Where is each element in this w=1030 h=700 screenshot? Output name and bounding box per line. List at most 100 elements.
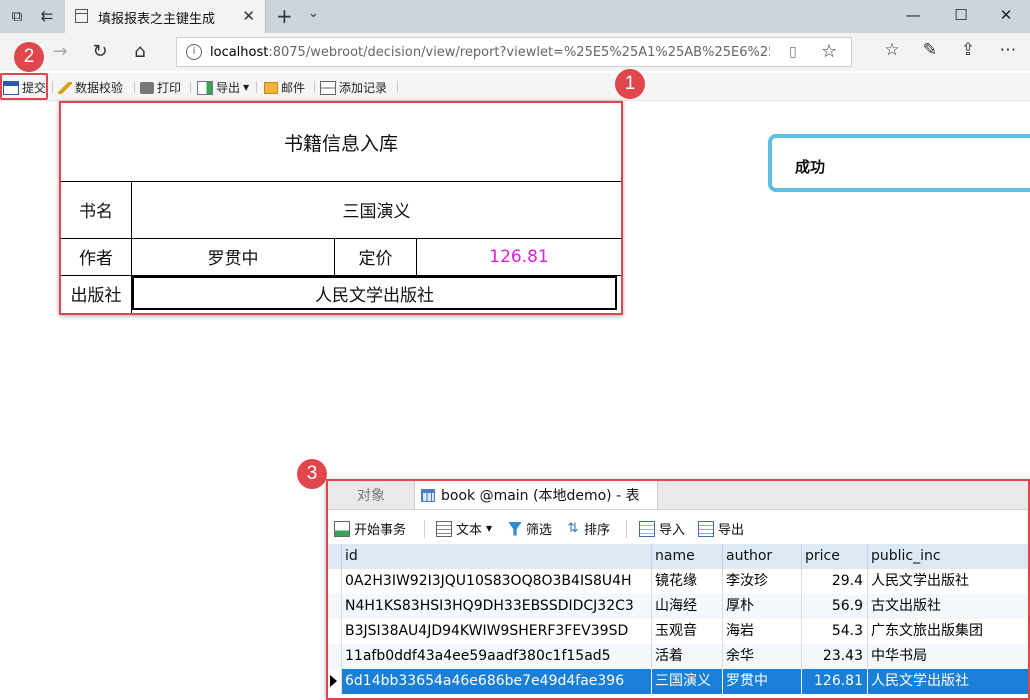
cell-name[interactable]: 山海经 — [652, 594, 723, 619]
row-marker[interactable] — [328, 644, 342, 669]
add-record-button[interactable]: 添加记录 — [320, 79, 387, 96]
export-dropdown-icon[interactable]: ▼ — [243, 83, 249, 92]
db-export-label: 导出 — [718, 523, 745, 538]
database-table-panel: 对象 book @main (本地demo) - 表 开始事务 文本 ▼ 筛选 … — [326, 479, 1030, 700]
favorites-icon[interactable]: ☆ — [880, 40, 904, 60]
favorite-star-icon[interactable]: ☆ — [821, 41, 837, 62]
forward-icon[interactable]: → — [49, 41, 71, 62]
export-icon — [197, 80, 213, 95]
print-label: 打印 — [157, 81, 182, 95]
publisher-label: 出版社 — [70, 285, 122, 306]
table-row[interactable]: B3JSI38AU4JD94KWIW9SHERF3FEV39SD 玉观音 海岩 54.… — [328, 619, 1028, 644]
row-marker[interactable] — [328, 619, 342, 644]
mail-label: 邮件 — [281, 81, 306, 95]
row-marker[interactable] — [328, 594, 342, 619]
column-header-public-inc[interactable]: public_inc — [868, 544, 1028, 569]
set-tabs-aside-icon[interactable]: ⇇ — [38, 7, 56, 25]
cell-author[interactable]: 厚朴 — [723, 594, 802, 619]
cell-author[interactable]: 李汝珍 — [723, 569, 802, 594]
callout-badge-1: 1 — [615, 69, 645, 99]
begin-transaction-button[interactable]: 开始事务 — [334, 519, 406, 538]
tab-current[interactable]: 填报报表之主键生成 ✕ — [65, 0, 266, 33]
submit-highlight-frame — [0, 73, 48, 100]
url-input[interactable]: i localhost:8075/webroot/decision/view/r… — [176, 37, 852, 67]
import-icon — [639, 520, 655, 537]
cell-author[interactable]: 罗贯中 — [723, 669, 802, 694]
home-icon[interactable]: ⌂ — [129, 41, 151, 62]
import-button[interactable]: 导入 — [639, 519, 685, 538]
price-field[interactable]: 126.81 — [417, 238, 621, 275]
callout-badge-3: 3 — [297, 459, 327, 489]
cell-public-inc[interactable]: 人民文学出版社 — [868, 669, 1028, 694]
tab-book-table[interactable]: book @main (本地demo) - 表 — [414, 481, 658, 509]
toast-message: 成功 — [795, 158, 826, 176]
cell-author[interactable]: 海岩 — [723, 619, 802, 644]
add-record-icon — [320, 80, 336, 95]
column-header-name[interactable]: name — [652, 544, 723, 569]
cell-name[interactable]: 活着 — [652, 644, 723, 669]
text-button[interactable]: 文本 ▼ — [436, 519, 492, 538]
minimize-icon[interactable]: — — [898, 6, 928, 24]
data-validate-button[interactable]: 数据校验 — [58, 79, 123, 96]
tab-actions-icon[interactable]: ⧉ — [8, 7, 26, 25]
db-toolbar: 开始事务 文本 ▼ 筛选 ⇅ 排序 导入 导出 — [328, 515, 1028, 541]
cell-public-inc[interactable]: 人民文学出版社 — [868, 569, 1028, 594]
table-row[interactable]: N4H1KS83HSI3HQ9DH33EBSSDIDCJ32C3 山海经 厚朴 56.… — [328, 594, 1028, 619]
cell-id[interactable]: 11afb0ddf43a4ee59aadf380c1f15ad5 — [342, 644, 652, 669]
add-record-label: 添加记录 — [339, 81, 388, 95]
more-icon[interactable]: ⋯ — [996, 40, 1020, 60]
cell-id[interactable]: 0A2H3IW92I3JQU10S83OQ8O3B4IS8U4H — [342, 569, 652, 594]
cell-price[interactable]: 23.43 — [802, 644, 868, 669]
table-row-selected[interactable]: 6d14bb33654a46e686be7e49d4fae396 三国演义 罗贯中 1… — [328, 669, 1028, 694]
cell-name[interactable]: 镜花缘 — [652, 569, 723, 594]
cell-public-inc[interactable]: 中华书局 — [868, 644, 1028, 669]
current-row-arrow-icon — [330, 675, 337, 687]
cell-author[interactable]: 余华 — [723, 644, 802, 669]
notes-pen-icon[interactable]: ✎ — [918, 40, 942, 60]
column-header-id[interactable]: id — [342, 544, 652, 569]
cell-price[interactable]: 29.4 — [802, 569, 868, 594]
table-row[interactable]: 0A2H3IW92I3JQU10S83OQ8O3B4IS8U4H 镜花缘 李汝珍 29… — [328, 569, 1028, 594]
cell-price[interactable]: 56.9 — [802, 594, 868, 619]
db-tab-strip: 对象 book @main (本地demo) - 表 — [328, 481, 1028, 510]
tab-objects[interactable]: 对象 — [328, 481, 414, 509]
row-marker[interactable] — [328, 569, 342, 594]
reading-view-icon[interactable]: ▯ — [789, 44, 797, 60]
address-bar: ← → ↻ ⌂ i localhost:8075/webroot/decisio… — [0, 33, 1030, 71]
column-header-price[interactable]: price — [802, 544, 868, 569]
cell-price[interactable]: 54.3 — [802, 619, 868, 644]
print-button[interactable]: 打印 — [140, 79, 181, 96]
column-header-author[interactable]: author — [723, 544, 802, 569]
import-label: 导入 — [659, 523, 686, 538]
filter-button[interactable]: 筛选 — [508, 519, 552, 538]
mail-button[interactable]: 邮件 — [264, 79, 305, 96]
site-info-icon[interactable]: i — [186, 44, 202, 60]
book-name-field[interactable]: 三国演义 — [132, 181, 621, 238]
cell-public-inc[interactable]: 古文出版社 — [868, 594, 1028, 619]
printer-icon — [140, 81, 154, 94]
cell-price[interactable]: 126.81 — [802, 669, 868, 694]
cell-name[interactable]: 三国演义 — [652, 669, 723, 694]
text-dropdown-icon[interactable]: ▼ — [486, 524, 492, 533]
publisher-field[interactable]: 人民文学出版社 — [132, 276, 617, 310]
share-icon[interactable]: ⇪ — [956, 40, 980, 60]
new-tab-icon[interactable]: + — [276, 4, 293, 28]
table-row[interactable]: 11afb0ddf43a4ee59aadf380c1f15ad5 活着 余华 23.4… — [328, 644, 1028, 669]
cell-name[interactable]: 玉观音 — [652, 619, 723, 644]
export-button[interactable]: 导出 ▼ — [197, 79, 249, 96]
cell-id[interactable]: B3JSI38AU4JD94KWIW9SHERF3FEV39SD — [342, 619, 652, 644]
author-label: 作者 — [79, 249, 113, 269]
row-marker[interactable] — [328, 669, 342, 694]
sort-button[interactable]: ⇅ 排序 — [566, 519, 610, 538]
cell-id[interactable]: N4H1KS83HSI3HQ9DH33EBSSDIDCJ32C3 — [342, 594, 652, 619]
tab-close-icon[interactable]: ✕ — [242, 7, 255, 25]
maximize-icon[interactable]: ☐ — [946, 6, 976, 24]
cell-public-inc[interactable]: 广东文旅出版集团 — [868, 619, 1028, 644]
refresh-icon[interactable]: ↻ — [89, 41, 111, 62]
db-export-button[interactable]: 导出 — [698, 519, 744, 538]
close-window-icon[interactable]: ✕ — [991, 6, 1021, 24]
book-entry-form: 书籍信息入库 书名 三国演义 作者 罗贯中 定价 126.81 出版社 人民文学… — [59, 101, 623, 315]
author-field[interactable]: 罗贯中 — [132, 238, 334, 275]
cell-id[interactable]: 6d14bb33654a46e686be7e49d4fae396 — [342, 669, 652, 694]
tab-list-chevron-icon[interactable]: ⌄ — [308, 6, 319, 21]
